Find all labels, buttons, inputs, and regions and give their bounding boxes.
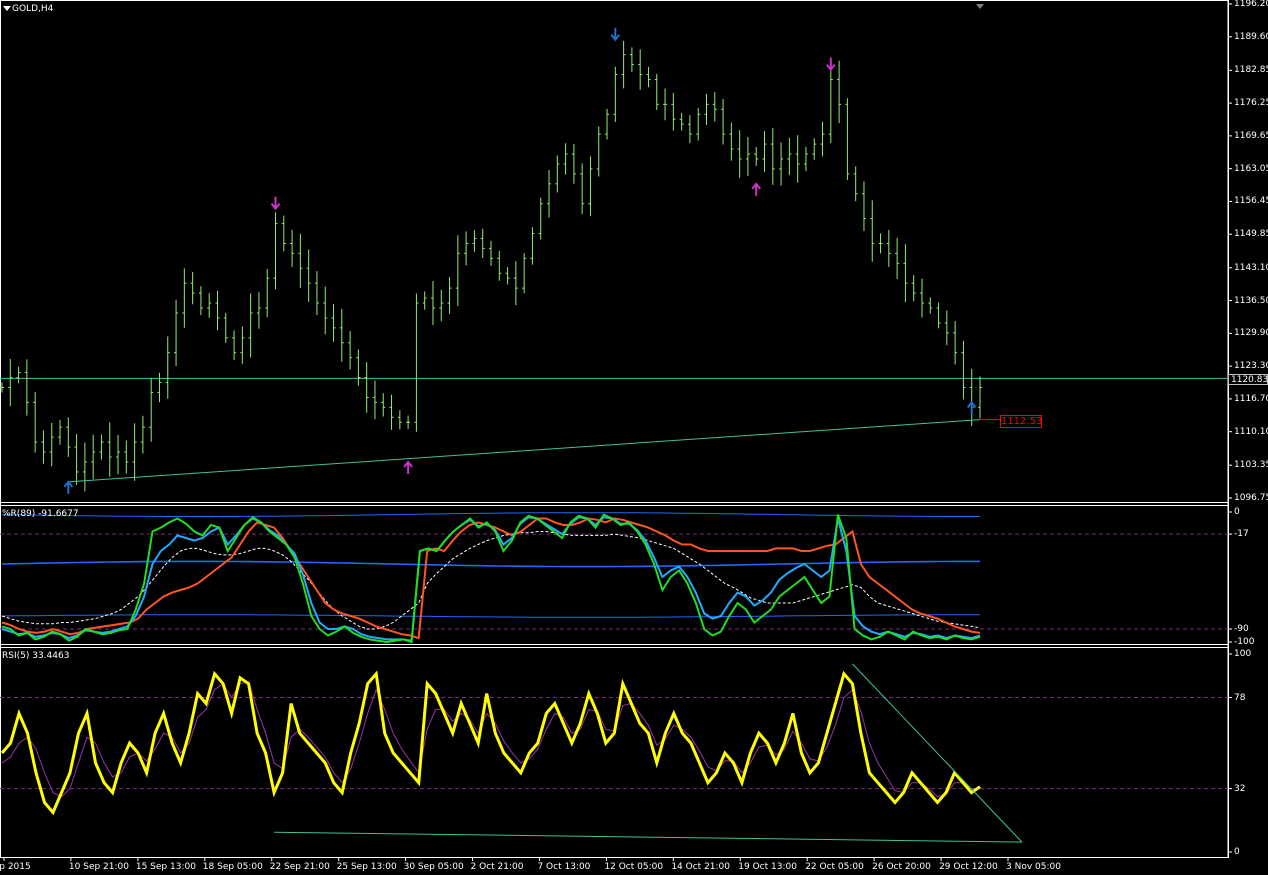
time-tick-label: 3 Nov 05:00 <box>1006 862 1061 872</box>
time-tick-label: 29 Oct 12:00 <box>939 862 998 872</box>
time-tick-label: 2 Oct 21:00 <box>470 862 524 872</box>
symbol-dropdown-icon[interactable] <box>3 6 11 11</box>
rsi-tick-label: 100 <box>1234 649 1252 659</box>
time-tick-label: 30 Sep 05:00 <box>403 862 464 872</box>
time-tick-label: 14 Oct 21:00 <box>671 862 730 872</box>
rsi-indicator-title: RSI(5) 33.4463 <box>2 651 70 661</box>
support-level-label: 1112.53 <box>1000 415 1043 428</box>
wpr-channel-lower <box>1 614 980 618</box>
price-tick-label: 1136.50 <box>1234 295 1268 306</box>
price-tick-label: 1129.90 <box>1234 328 1268 339</box>
wpr-indicator-title: %R(89) -91.6677 <box>2 509 79 519</box>
wpr-tick-label: 0 <box>1234 507 1240 517</box>
price-tick-label: 1189.60 <box>1234 31 1268 42</box>
rsi-trendline <box>274 831 1023 843</box>
price-tick-label: 1149.85 <box>1234 229 1268 240</box>
price-tick-label: 1103.35 <box>1234 460 1268 471</box>
wpr-tick-label: -100 <box>1234 637 1255 647</box>
price-tick-label: 1110.10 <box>1234 426 1268 437</box>
price-tick-label: 1182.85 <box>1234 65 1268 76</box>
price-tick-label: 1176.25 <box>1234 98 1268 109</box>
price-tick-label: 1169.65 <box>1234 130 1268 141</box>
chart-canvas <box>0 0 1232 861</box>
price-tick-label: 1096.75 <box>1234 493 1268 503</box>
rsi-tick-label: 78 <box>1234 692 1246 703</box>
price-tick-label: 1163.05 <box>1234 163 1268 174</box>
time-tick-label: 19 Oct 13:00 <box>738 862 797 872</box>
rsi-tick-label: 0 <box>1234 847 1240 857</box>
price-tick-label: 1156.45 <box>1234 196 1268 207</box>
time-tick-label: 12 Oct 05:00 <box>604 862 664 872</box>
time-tick-label: 15 Sep 13:00 <box>135 862 196 872</box>
rsi-series-line <box>0 670 981 816</box>
shift-marker-icon <box>976 4 984 9</box>
rsi-series-line <box>1 681 980 798</box>
price-tick-label: 1116.70 <box>1234 393 1268 404</box>
time-tick-label: Sep 2015 <box>0 862 31 872</box>
rsi-tick-label: 32 <box>1234 783 1246 794</box>
rsi-trendline <box>852 663 1023 843</box>
time-tick-label: 10 Sep 21:00 <box>68 862 129 872</box>
price-tick-label: 1123.30 <box>1234 361 1268 372</box>
current-price-tag: 1120.83 <box>1228 374 1268 385</box>
wpr-series-line <box>1 516 981 642</box>
symbol-title: GOLD,H4 <box>12 4 54 14</box>
time-tick-label: 7 Oct 13:00 <box>537 862 591 872</box>
wpr-tick-label: -17 <box>1234 529 1249 540</box>
support-trendline <box>68 419 981 483</box>
time-tick-label: 18 Sep 05:00 <box>202 862 263 872</box>
wpr-channel-upper <box>1 512 980 517</box>
time-tick-label: 25 Sep 13:00 <box>336 862 397 872</box>
time-tick-label: 22 Oct 05:00 <box>805 862 864 872</box>
price-tick-label: 1143.10 <box>1234 262 1268 273</box>
time-tick-label: 26 Oct 20:00 <box>872 862 931 872</box>
wpr-tick-label: -90 <box>1234 624 1249 634</box>
time-tick-label: 22 Sep 21:00 <box>269 862 330 872</box>
price-tick-label: 1196.20 <box>1234 0 1268 9</box>
